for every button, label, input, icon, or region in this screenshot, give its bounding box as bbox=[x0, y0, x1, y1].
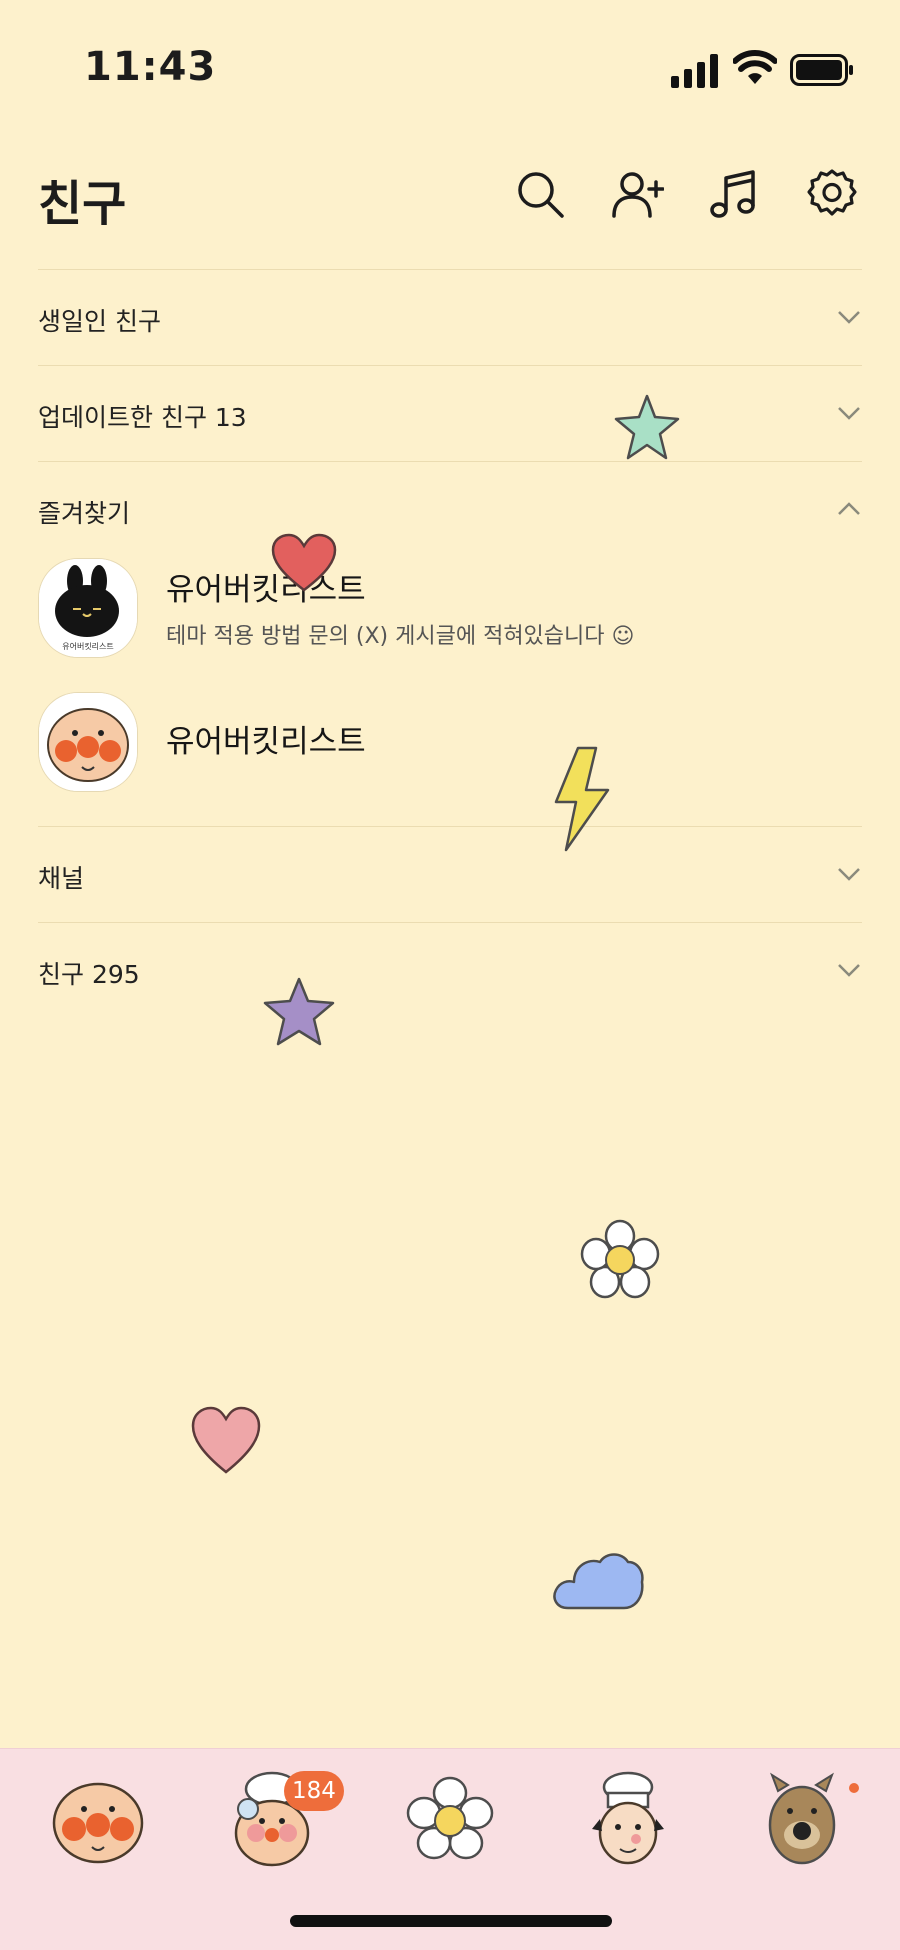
avatar-bunny: 유어버킷리스트 bbox=[38, 558, 138, 658]
status-bar: 11:43 bbox=[0, 0, 900, 140]
header: 친구 bbox=[0, 150, 900, 260]
daisy-flower-icon bbox=[580, 1219, 660, 1299]
section-friends[interactable]: 친구 295 bbox=[38, 922, 862, 1019]
section-birthday[interactable]: 생일인 친구 bbox=[38, 269, 862, 366]
chevron-down-icon bbox=[838, 311, 860, 324]
chevron-down-icon bbox=[838, 964, 860, 977]
section-friends-label: 친구 295 bbox=[38, 960, 140, 989]
search-icon[interactable] bbox=[514, 168, 566, 220]
wifi-icon bbox=[733, 50, 777, 84]
settings-icon[interactable] bbox=[806, 168, 858, 220]
cellular-signal-icon bbox=[671, 54, 718, 88]
chevron-down-icon bbox=[838, 868, 860, 881]
section-updated-friends[interactable]: 업데이트한 친구 13 bbox=[38, 365, 862, 462]
purple-star-icon bbox=[263, 977, 335, 1046]
mint-star-icon bbox=[614, 394, 680, 460]
bread-face-icon bbox=[39, 693, 137, 791]
more-tab-dog-icon[interactable] bbox=[752, 1769, 852, 1869]
friends-tab-bread-face-icon[interactable] bbox=[48, 1769, 148, 1869]
section-favorites-label: 즐겨찾기 bbox=[38, 499, 131, 528]
more-notification-dot bbox=[849, 1783, 859, 1793]
home-indicator[interactable] bbox=[290, 1915, 612, 1927]
red-heart-icon bbox=[271, 533, 337, 592]
view-tab-daisy-icon[interactable] bbox=[400, 1769, 500, 1869]
blue-cloud-icon bbox=[553, 1553, 644, 1610]
shopping-tab-chef-icon[interactable] bbox=[578, 1769, 678, 1869]
section-birthday-label: 생일인 친구 bbox=[38, 307, 161, 336]
music-icon[interactable] bbox=[708, 168, 760, 220]
favorite-name: 유어버킷리스트 bbox=[166, 724, 366, 760]
section-channel-label: 채널 bbox=[38, 864, 85, 893]
favorite-status-message: 테마 적용 방법 문의 (X) 게시글에 적혀있습니다 ☺ bbox=[166, 624, 635, 649]
lightning-icon bbox=[554, 746, 610, 852]
chevron-up-icon bbox=[838, 502, 860, 515]
pink-heart-icon bbox=[191, 1406, 261, 1474]
avatar-caption: 유어버킷리스트 bbox=[62, 642, 114, 651]
add-friend-icon[interactable] bbox=[612, 168, 664, 220]
section-channel[interactable]: 채널 bbox=[38, 826, 862, 923]
status-time: 11:43 bbox=[84, 44, 217, 90]
page-title: 친구 bbox=[38, 176, 127, 232]
battery-icon bbox=[790, 54, 853, 86]
chevron-down-icon bbox=[838, 407, 860, 420]
avatar-bread-face bbox=[38, 692, 138, 792]
section-favorites[interactable]: 즐겨찾기 bbox=[38, 461, 862, 558]
favorite-friend-item[interactable]: 유어버킷리스트 유어버킷리스트 테마 적용 방법 문의 (X) 게시글에 적혀있… bbox=[38, 558, 862, 668]
favorite-friend-item[interactable]: 유어버킷리스트 bbox=[38, 692, 862, 802]
section-updated-label: 업데이트한 친구 13 bbox=[38, 403, 247, 432]
chats-unread-badge: 184 bbox=[284, 1771, 344, 1811]
